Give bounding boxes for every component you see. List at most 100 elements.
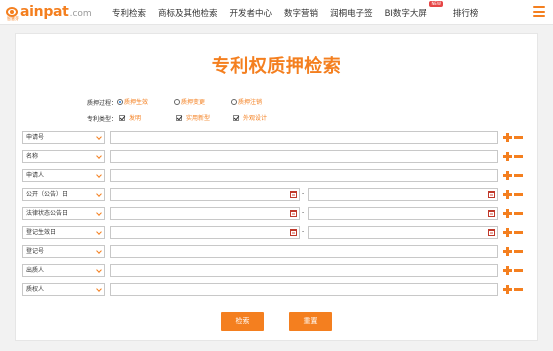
remove-row-icon[interactable] xyxy=(514,250,523,253)
remove-row-icon[interactable] xyxy=(514,193,523,196)
nav-trademark-search[interactable]: 商标及其他检索 xyxy=(158,7,218,19)
date-to-input[interactable] xyxy=(308,188,498,201)
date-to-input[interactable] xyxy=(308,226,498,239)
add-row-icon[interactable] xyxy=(503,133,512,142)
field-select[interactable]: 申请人 xyxy=(22,169,105,182)
search-input[interactable] xyxy=(110,150,498,163)
remove-row-icon[interactable] xyxy=(514,155,523,158)
search-input[interactable] xyxy=(110,245,498,258)
main-menu: 专利检索 商标及其他检索 开发者中心 数字营销 润桐电子签 BI数字大屏 NEW… xyxy=(112,0,490,25)
chevron-down-icon xyxy=(96,210,102,216)
date-to-input[interactable] xyxy=(308,207,498,220)
logo-brand: ainpat xyxy=(20,4,69,20)
date-from-input[interactable] xyxy=(110,188,300,201)
radio-button[interactable] xyxy=(117,98,123,105)
checkbox-label: 发明 xyxy=(129,115,142,122)
radio-pledge-effective[interactable]: 质押生效 xyxy=(117,97,148,106)
add-row-icon[interactable] xyxy=(503,247,512,256)
hamburger-menu-icon[interactable] xyxy=(533,6,545,17)
add-row-icon[interactable] xyxy=(503,285,512,294)
checkbox[interactable] xyxy=(176,114,182,121)
search-panel: 专利权质押检索 质押过程： 质押生效 质押变更 质押注销 专利类型： 发明 实用… xyxy=(15,33,538,341)
date-from-input[interactable] xyxy=(110,207,300,220)
radio-pledge-cancel[interactable]: 质押注销 xyxy=(231,97,262,106)
chevron-down-icon xyxy=(96,191,102,197)
remove-row-icon[interactable] xyxy=(514,269,523,272)
pledge-process-label: 质押过程： xyxy=(86,100,117,107)
field-select[interactable]: 质权人 xyxy=(22,283,105,296)
field-select-value: 法律状态公告日 xyxy=(26,210,69,217)
field-select-value: 登记号 xyxy=(26,248,45,255)
chevron-down-icon xyxy=(96,153,102,159)
nav-digital-marketing[interactable]: 数字营销 xyxy=(284,7,318,19)
nav-patent-search[interactable]: 专利检索 xyxy=(112,7,146,19)
checkbox-invention[interactable]: 发明 xyxy=(119,113,141,122)
add-row-icon[interactable] xyxy=(503,190,512,199)
calendar-icon[interactable] xyxy=(488,210,495,217)
field-select[interactable]: 申请号 xyxy=(22,131,105,144)
chevron-down-icon xyxy=(96,286,102,292)
checkbox[interactable] xyxy=(233,114,239,121)
checkbox-design[interactable]: 外观设计 xyxy=(233,113,267,122)
checkbox-label: 外观设计 xyxy=(243,115,268,122)
nav-bi-dashboard-label: BI数字大屏 xyxy=(384,8,427,19)
field-select[interactable]: 法律状态公告日 xyxy=(22,207,105,220)
nav-rankings[interactable]: 排行榜 xyxy=(453,7,479,19)
search-row-registration-date: 登记生效日 - xyxy=(22,226,533,239)
range-separator: - xyxy=(302,190,305,197)
radio-label: 质押注销 xyxy=(238,99,263,106)
patent-type-label: 专利类型： xyxy=(86,116,117,123)
remove-row-icon[interactable] xyxy=(514,136,523,139)
radio-button[interactable] xyxy=(231,98,237,105)
remove-row-icon[interactable] xyxy=(514,288,523,291)
search-input[interactable] xyxy=(110,264,498,277)
date-from-input[interactable] xyxy=(110,226,300,239)
checkbox[interactable] xyxy=(119,114,125,121)
field-select[interactable]: 名称 xyxy=(22,150,105,163)
field-select[interactable]: 公开（公告）日 xyxy=(22,188,105,201)
search-input[interactable] xyxy=(110,169,498,182)
radio-button[interactable] xyxy=(174,98,180,105)
remove-row-icon[interactable] xyxy=(514,231,523,234)
search-row-pledgor: 出质人 xyxy=(22,264,533,277)
search-button[interactable]: 检索 xyxy=(221,312,264,331)
checkbox-utility-model[interactable]: 实用新型 xyxy=(176,113,210,122)
calendar-icon[interactable] xyxy=(488,191,495,198)
nav-e-sign[interactable]: 润桐电子签 xyxy=(330,7,373,19)
search-input[interactable] xyxy=(110,283,498,296)
remove-row-icon[interactable] xyxy=(514,212,523,215)
new-badge: NEW xyxy=(429,0,443,7)
radio-label: 质押变更 xyxy=(181,99,206,106)
reset-button[interactable]: 重置 xyxy=(289,312,332,331)
calendar-icon[interactable] xyxy=(290,210,297,217)
calendar-icon[interactable] xyxy=(290,191,297,198)
chevron-down-icon xyxy=(96,267,102,273)
field-select[interactable]: 登记号 xyxy=(22,245,105,258)
search-row-legal-status-date: 法律状态公告日 - xyxy=(22,207,533,220)
remove-row-icon[interactable] xyxy=(514,174,523,177)
field-select[interactable]: 登记生效日 xyxy=(22,226,105,239)
radio-pledge-change[interactable]: 质押变更 xyxy=(174,97,205,106)
page-title: 专利权质押检索 xyxy=(211,56,342,77)
chevron-down-icon xyxy=(96,248,102,254)
field-select-value: 公开（公告）日 xyxy=(26,191,69,198)
field-select-value: 申请人 xyxy=(26,172,45,179)
add-row-icon[interactable] xyxy=(503,228,512,237)
nav-bi-dashboard[interactable]: BI数字大屏 NEW xyxy=(384,0,443,19)
top-navigation: ainpat .com 智慧芽 专利检索 商标及其他检索 开发者中心 数字营销 … xyxy=(0,0,553,25)
field-select[interactable]: 出质人 xyxy=(22,264,105,277)
field-select-value: 登记生效日 xyxy=(26,229,57,236)
search-row-application-number: 申请号 xyxy=(22,131,533,144)
search-input[interactable] xyxy=(110,131,498,144)
calendar-icon[interactable] xyxy=(488,229,495,236)
search-row-registration-number: 登记号 xyxy=(22,245,533,258)
nav-developer-center[interactable]: 开发者中心 xyxy=(230,7,273,19)
range-separator: - xyxy=(302,228,305,235)
add-row-icon[interactable] xyxy=(503,171,512,180)
add-row-icon[interactable] xyxy=(503,152,512,161)
add-row-icon[interactable] xyxy=(503,209,512,218)
add-row-icon[interactable] xyxy=(503,266,512,275)
calendar-icon[interactable] xyxy=(290,229,297,236)
field-select-value: 质权人 xyxy=(26,286,45,293)
chevron-down-icon xyxy=(96,229,102,235)
